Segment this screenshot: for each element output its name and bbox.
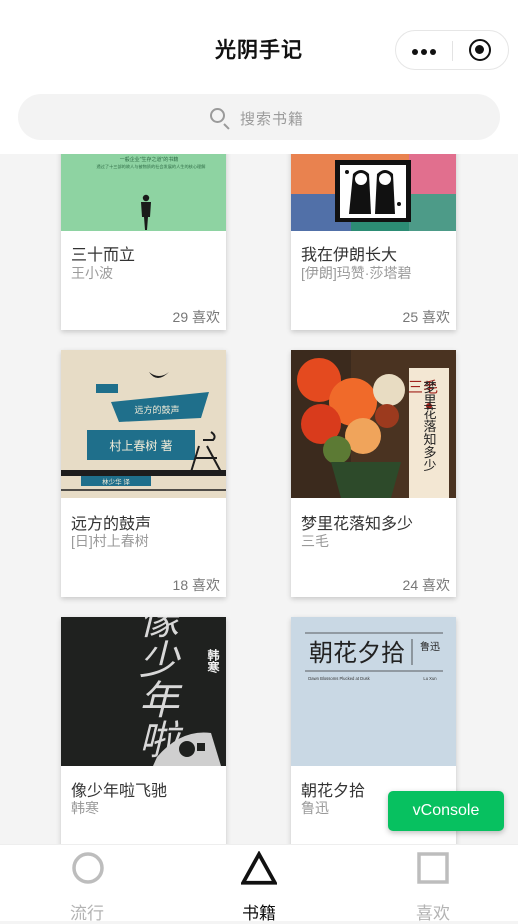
triangle-icon	[241, 851, 277, 885]
tab-books[interactable]: 书籍	[199, 845, 319, 923]
book-cover: 朝花夕拾 鲁迅 Dawn Blossoms Plucked at Dusk Lu…	[291, 617, 456, 766]
cover-text: 像少年啦	[133, 617, 178, 759]
cover-text: Lu Xun	[423, 676, 437, 681]
search-icon	[210, 108, 225, 123]
tab-label: 喜欢	[416, 904, 450, 923]
cover-text: 林少华 译	[102, 477, 130, 486]
cover-text: 鲁迅	[420, 640, 440, 653]
like-count: 24 喜欢	[402, 577, 450, 593]
tab-bar: 流行 书籍 喜欢	[0, 844, 518, 923]
close-target-icon[interactable]	[469, 39, 491, 61]
cover-text: 村上春树 著	[109, 438, 172, 453]
book-card[interactable]: 三毛 梦里花落知多少 梦里花落知多少 三毛 24 喜欢	[291, 350, 456, 597]
cover-text: 一般企业"生存之道"的书籍	[120, 156, 179, 163]
tab-favorites[interactable]: 喜欢	[373, 845, 493, 923]
book-author: 王小波	[71, 265, 113, 281]
book-author: 鲁迅	[301, 800, 329, 816]
tab-label: 流行	[70, 904, 104, 923]
book-cover: 远方的鼓声 村上春树 著 林少华 译	[61, 350, 226, 498]
search-bar-container: 搜索书籍	[0, 92, 518, 154]
cover-text: Dawn Blossoms Plucked at Dusk	[308, 676, 370, 681]
circle-icon	[72, 852, 104, 884]
cover-text: 梦里花落知多少	[422, 381, 437, 472]
like-count: 29 喜欢	[172, 309, 220, 325]
navigation-bar: 光阴手记	[0, 0, 518, 92]
cover-text: 远方的鼓声	[134, 404, 179, 415]
search-input[interactable]: 搜索书籍	[18, 94, 500, 140]
book-author: [伊朗]玛赞·莎塔碧	[301, 265, 412, 281]
book-author: 三毛	[301, 533, 329, 549]
cover-text: 韩寒	[206, 648, 220, 674]
tab-label: 书籍	[242, 904, 276, 923]
book-title: 三十而立	[71, 247, 136, 264]
like-count: 18 喜欢	[172, 577, 220, 593]
tab-popular[interactable]: 流行	[27, 845, 147, 923]
search-placeholder: 搜索书籍	[240, 111, 305, 128]
cover-text: 透过了十三部的故人与被物质的社会发展的人生的核心理解	[97, 163, 206, 170]
vconsole-button[interactable]: vConsole	[388, 791, 504, 831]
book-card[interactable]: 远方的鼓声 村上春树 著 林少华 译 远方的鼓声 [日]村上春树 18 喜欢	[61, 350, 226, 597]
book-cover: 像少年啦 韩寒	[61, 617, 226, 766]
book-cover: 三毛 梦里花落知多少	[291, 350, 456, 498]
book-card[interactable]: 像少年啦 韩寒 像少年啦飞驰 韩寒	[61, 617, 226, 857]
mini-program-capsule	[395, 30, 509, 70]
book-title: 我在伊朗长大	[301, 247, 398, 264]
capsule-divider	[452, 41, 453, 61]
more-icon[interactable]	[412, 49, 436, 55]
cover-text: 朝花夕拾	[309, 640, 405, 667]
book-author: 韩寒	[71, 800, 99, 816]
square-icon	[417, 852, 449, 884]
book-author: [日]村上春树	[71, 533, 149, 549]
like-count: 25 喜欢	[402, 309, 450, 325]
